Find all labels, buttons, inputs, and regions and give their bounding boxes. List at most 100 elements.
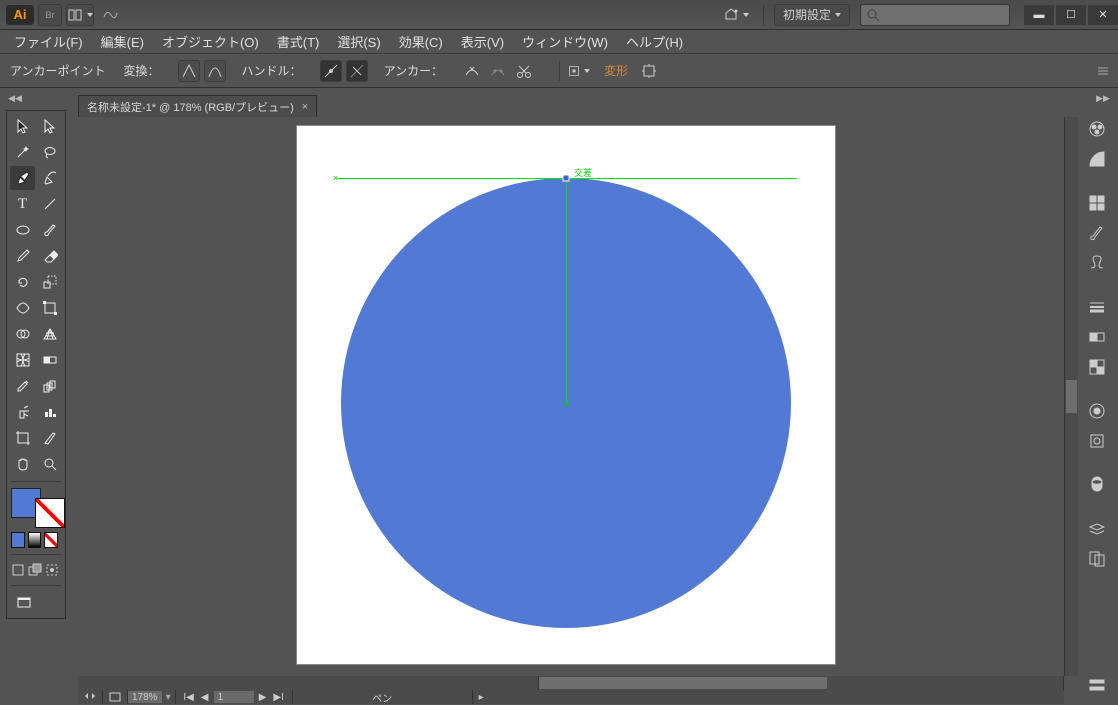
nav-first-button[interactable]: I◀ (182, 691, 196, 703)
timeline-panel-icon[interactable] (1083, 672, 1111, 698)
color-mode-none[interactable] (44, 532, 58, 548)
dock-collapse-chevron[interactable]: ▶▶ (1096, 92, 1110, 104)
canvas[interactable]: × 交差 ✕ (78, 117, 1066, 676)
anchor-point-top[interactable] (563, 175, 570, 182)
mesh-tool[interactable] (10, 348, 35, 372)
brushes-panel-icon[interactable] (1083, 220, 1111, 246)
close-button[interactable]: ✕ (1088, 5, 1118, 25)
nav-next-button[interactable]: ▶ (256, 691, 270, 703)
zoom-dropdown-icon[interactable]: ▾ (162, 692, 175, 703)
nav-prev-button[interactable]: ◀ (198, 691, 212, 703)
rotate-tool[interactable] (10, 270, 35, 294)
menu-view[interactable]: 表示(V) (461, 32, 504, 51)
hand-tool[interactable] (10, 452, 35, 476)
color-mode-gradient[interactable] (28, 532, 42, 548)
menu-window[interactable]: ウィンドウ(W) (522, 32, 608, 51)
gradient-tool[interactable] (37, 348, 62, 372)
swatches-panel-icon[interactable] (1083, 190, 1111, 216)
minimize-button[interactable]: ▬ (1024, 5, 1054, 25)
convert-smooth-icon[interactable] (204, 60, 226, 82)
symbol-sprayer-tool[interactable] (10, 400, 35, 424)
workspace-select[interactable]: 初期設定 (774, 4, 850, 26)
color-guide-panel-icon[interactable] (1083, 146, 1111, 172)
draw-behind-icon[interactable] (28, 561, 43, 579)
free-transform-tool[interactable] (37, 296, 62, 320)
convert-corner-icon[interactable] (178, 60, 200, 82)
color-panel-icon[interactable] (1083, 116, 1111, 142)
document-tab-close-icon[interactable]: × (302, 101, 308, 113)
document-tab[interactable]: 名称未設定-1* @ 178% (RGB/プレビュー) × (78, 95, 317, 117)
magic-wand-tool[interactable] (10, 140, 35, 164)
type-tool[interactable]: T (10, 192, 35, 216)
isolate-icon[interactable] (638, 60, 660, 82)
draw-normal-icon[interactable] (11, 561, 26, 579)
symbols-panel-icon[interactable] (1083, 250, 1111, 276)
menu-help[interactable]: ヘルプ(H) (626, 32, 683, 51)
fill-stroke-swatch[interactable] (11, 488, 65, 528)
gpu-button[interactable] (98, 4, 122, 26)
handle-remove-icon[interactable] (346, 60, 368, 82)
sb-expand-icon[interactable] (78, 690, 103, 704)
selection-tool[interactable] (10, 114, 35, 138)
anchor-connect-icon[interactable] (487, 60, 509, 82)
horizontal-scrollbar[interactable] (538, 676, 1064, 690)
arrange-docs-button[interactable] (66, 4, 94, 26)
maximize-button[interactable]: ☐ (1056, 5, 1086, 25)
slice-tool[interactable] (37, 426, 62, 450)
menu-effect[interactable]: 効果(C) (399, 32, 443, 51)
artboard[interactable]: × 交差 ✕ (296, 125, 836, 665)
eyedropper-tool[interactable] (10, 374, 35, 398)
shape-builder-tool[interactable] (10, 322, 35, 346)
color-mode-solid[interactable] (11, 532, 25, 548)
menu-edit[interactable]: 編集(E) (101, 32, 144, 51)
layers-panel-icon[interactable] (1083, 516, 1111, 542)
zoom-input[interactable]: 178% (128, 691, 162, 703)
draw-inside-icon[interactable] (44, 561, 59, 579)
stroke-panel-icon[interactable] (1083, 294, 1111, 320)
pen-tool[interactable] (10, 166, 35, 190)
nav-last-button[interactable]: ▶I (272, 691, 286, 703)
artboards-panel-icon[interactable] (1083, 546, 1111, 572)
menu-select[interactable]: 選択(S) (337, 32, 380, 51)
pencil-tool[interactable] (10, 244, 35, 268)
curvature-tool[interactable] (37, 166, 62, 190)
status-more-icon[interactable]: ▸ (473, 690, 490, 704)
search-input[interactable] (860, 4, 1010, 26)
width-tool[interactable] (10, 296, 35, 320)
menu-file[interactable]: ファイル(F) (14, 32, 83, 51)
align-to-pixel-icon[interactable] (568, 60, 590, 82)
perspective-grid-tool[interactable] (37, 322, 62, 346)
control-bar-menu-icon[interactable] (1088, 61, 1118, 81)
menu-object[interactable]: オブジェクト(O) (162, 32, 259, 51)
line-tool[interactable] (37, 192, 62, 216)
blend-tool[interactable] (37, 374, 62, 398)
artboard-number-input[interactable]: 1 (214, 691, 254, 703)
handle-show-icon[interactable] (320, 60, 342, 82)
sync-button[interactable] (723, 4, 749, 26)
anchor-remove-icon[interactable] (461, 60, 483, 82)
sb-orient-icon[interactable] (103, 690, 128, 704)
ellipse-tool[interactable] (10, 218, 35, 242)
gradient-panel-icon[interactable] (1083, 324, 1111, 350)
eraser-tool[interactable] (37, 244, 62, 268)
menu-type[interactable]: 書式(T) (277, 32, 320, 51)
lasso-tool[interactable] (37, 140, 62, 164)
vertical-scroll-thumb[interactable] (1066, 380, 1077, 414)
stroke-swatch[interactable] (35, 498, 65, 528)
libraries-panel-icon[interactable] (1083, 472, 1111, 498)
artboard-tool[interactable] (10, 426, 35, 450)
column-graph-tool[interactable] (37, 400, 62, 424)
zoom-tool[interactable] (37, 452, 62, 476)
transparency-panel-icon[interactable] (1083, 354, 1111, 380)
vertical-scrollbar[interactable] (1064, 117, 1078, 676)
graphic-styles-panel-icon[interactable] (1083, 428, 1111, 454)
paintbrush-tool[interactable] (37, 218, 62, 242)
cb-transform-link[interactable]: 変形 (604, 62, 628, 79)
appearance-panel-icon[interactable] (1083, 398, 1111, 424)
direct-selection-tool[interactable] (37, 114, 62, 138)
current-tool-field[interactable]: ペン (293, 690, 473, 704)
screen-mode-icon[interactable] (10, 591, 37, 615)
scale-tool[interactable] (37, 270, 62, 294)
horizontal-scroll-thumb[interactable] (539, 677, 827, 689)
anchor-cut-icon[interactable] (513, 60, 535, 82)
